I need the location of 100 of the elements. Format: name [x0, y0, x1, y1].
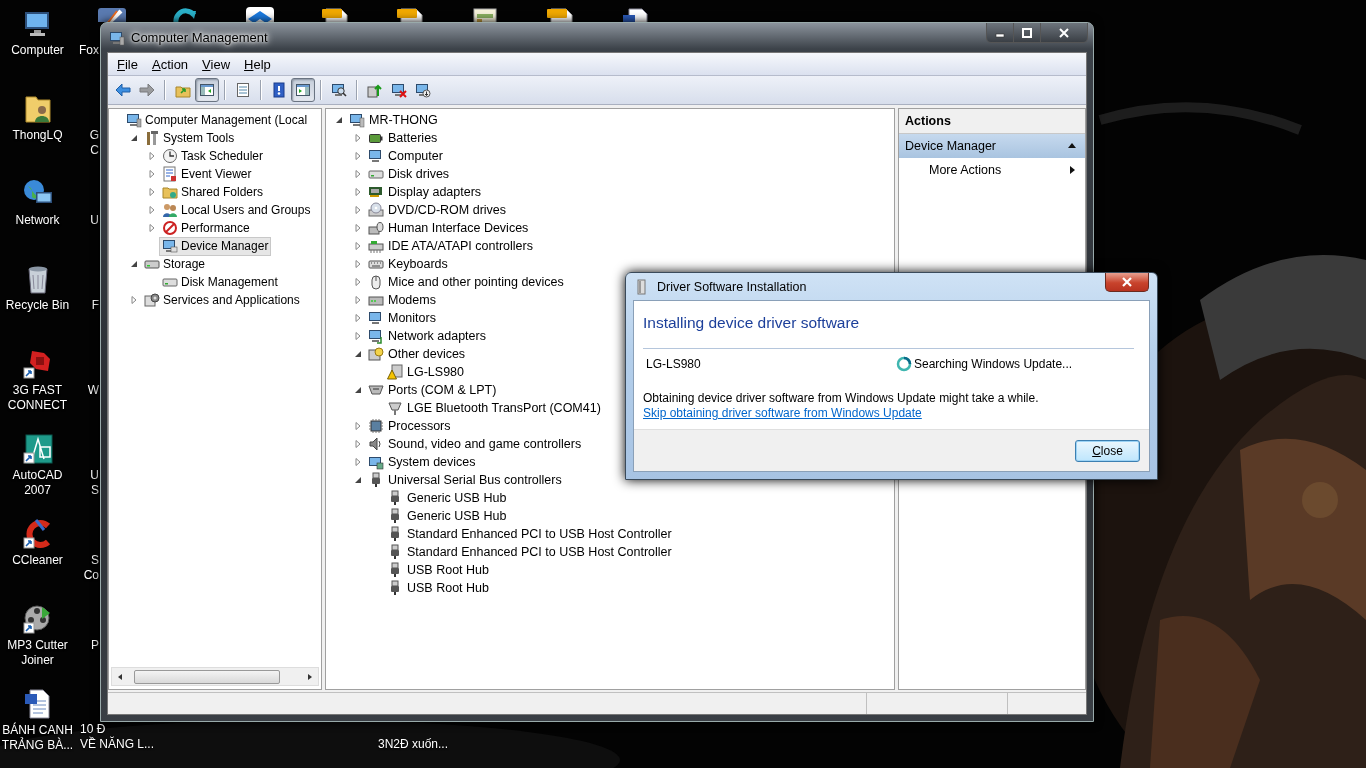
tree-item[interactable]: System devices [365, 452, 479, 472]
tree-item[interactable]: Computer [365, 146, 446, 166]
tree-item[interactable]: Disk drives [365, 164, 453, 184]
tree-item[interactable]: Network adapters [365, 326, 489, 346]
close-button[interactable] [1041, 23, 1087, 42]
expand-arrow-icon[interactable] [353, 223, 363, 233]
tree-item[interactable]: LG-LS980 [384, 362, 467, 382]
desktop-icon-label[interactable]: ThongLQ [0, 128, 75, 143]
tree-item[interactable]: Device Manager [159, 236, 272, 256]
tree-item[interactable]: System Tools [141, 128, 238, 148]
tree-item[interactable]: USB Root Hub [384, 560, 492, 580]
scroll-right-icon[interactable] [306, 672, 314, 681]
expand-arrow-icon[interactable] [353, 169, 363, 179]
tree-item[interactable]: Modems [365, 290, 439, 310]
tree-item[interactable]: IDE ATA/ATAPI controllers [365, 236, 536, 256]
expand-arrow-icon[interactable] [353, 457, 363, 467]
tree-item[interactable]: Processors [365, 416, 454, 436]
expand-arrow-icon[interactable] [147, 169, 157, 179]
expand-arrow-icon[interactable] [353, 421, 363, 431]
tree-item[interactable]: Other devices [365, 344, 469, 364]
expand-arrow-icon[interactable] [353, 313, 363, 323]
collapse-arrow-icon[interactable] [334, 115, 344, 125]
tree-item[interactable]: Generic USB Hub [384, 488, 510, 508]
maximize-button[interactable] [1014, 23, 1041, 42]
tree-item[interactable]: Sound, video and game controllers [365, 434, 585, 454]
desktop-icon-label[interactable]: 3N2Đ xuốn... [378, 737, 449, 752]
action-pane-button[interactable] [291, 78, 315, 102]
action-section[interactable]: Device Manager [899, 134, 1085, 158]
tree-item[interactable]: Computer Management (Local [123, 110, 311, 130]
tree-item[interactable]: Standard Enhanced PCI to USB Host Controller [384, 542, 675, 562]
expand-arrow-icon[interactable] [353, 133, 363, 143]
menu-item[interactable]: Help [237, 54, 278, 74]
close-dialog-button[interactable]: Close [1075, 439, 1140, 462]
tree-item[interactable]: Disk Management [159, 272, 281, 292]
close-button[interactable] [1105, 273, 1149, 292]
tree-item[interactable]: Universal Serial Bus controllers [365, 470, 565, 490]
tree-item[interactable]: Mice and other pointing devices [365, 272, 567, 292]
file-icon[interactable] [395, 5, 425, 22]
menu-item[interactable]: View [195, 54, 238, 74]
expand-arrow-icon[interactable] [353, 241, 363, 251]
collapse-arrow-icon[interactable] [129, 259, 139, 269]
collapse-arrow-icon[interactable] [353, 349, 363, 359]
expand-arrow-icon[interactable] [353, 187, 363, 197]
expand-arrow-icon[interactable] [353, 205, 363, 215]
desktop-icon-label[interactable]: Fox [79, 43, 99, 58]
expand-arrow-icon[interactable] [147, 151, 157, 161]
desktop-icon-label[interactable]: MP3 Cutter Joiner [0, 638, 75, 668]
desktop-icon-label[interactable]: W [87, 383, 99, 398]
file-icon[interactable] [320, 5, 350, 22]
tree-item[interactable]: Event Viewer [159, 164, 255, 184]
desktop-icon-label[interactable]: BÁNH CANH TRẢNG BÀ... [0, 723, 75, 753]
desktop-icon-label[interactable]: 10 Đ [80, 722, 106, 737]
tree-item[interactable]: Batteries [365, 128, 441, 148]
expand-arrow-icon[interactable] [147, 205, 157, 215]
expand-arrow-icon[interactable] [353, 277, 363, 287]
tree-item[interactable]: Standard Enhanced PCI to USB Host Controller [384, 524, 675, 544]
collapse-arrow-icon[interactable] [353, 475, 363, 485]
tree-item[interactable]: Ports (COM & LPT) [365, 380, 500, 400]
tree-item[interactable]: Storage [141, 254, 209, 274]
expand-arrow-icon[interactable] [353, 439, 363, 449]
desktop-icon-label[interactable]: CCleaner [0, 553, 75, 568]
expand-arrow-icon[interactable] [129, 295, 139, 305]
desktop-icon-label[interactable]: S [91, 553, 99, 568]
desktop-icon-label[interactable]: VỀ NĂNG L... [80, 737, 155, 752]
menu-item[interactable]: File [110, 54, 145, 74]
desktop-icon-label[interactable]: F [91, 298, 99, 313]
app-shortcut-icon[interactable] [21, 433, 54, 465]
desktop-icon-label[interactable]: G [89, 128, 99, 143]
desktop-icon-label[interactable]: Network [0, 213, 75, 228]
collapse-arrow-icon[interactable] [129, 133, 139, 143]
tree-item[interactable]: DVD/CD-ROM drives [365, 200, 510, 220]
expand-arrow-icon[interactable] [353, 151, 363, 161]
expand-arrow-icon[interactable] [147, 187, 157, 197]
tree-item[interactable]: Local Users and Groups [159, 200, 314, 220]
tree-item[interactable]: Shared Folders [159, 182, 267, 202]
expand-arrow-icon[interactable] [353, 295, 363, 305]
tree-item[interactable]: Display adapters [365, 182, 485, 202]
tree-item[interactable]: Task Scheduler [159, 146, 267, 166]
scrollbar-thumb[interactable] [134, 669, 280, 684]
tree-item[interactable]: Performance [159, 218, 253, 238]
desktop-icon-label[interactable]: C [90, 143, 99, 158]
console-tree-button[interactable] [195, 78, 219, 102]
tree-item[interactable]: Monitors [365, 308, 439, 328]
desktop-icon-label[interactable]: S [91, 483, 99, 498]
image-file-icon[interactable] [470, 5, 500, 22]
tree-item[interactable]: Generic USB Hub [384, 506, 510, 526]
desktop-icon-label[interactable]: AutoCAD 2007 [0, 468, 75, 498]
tree-item[interactable]: MR-THONG [346, 110, 441, 130]
desktop-icon-label[interactable]: P [91, 638, 99, 653]
expand-arrow-icon[interactable] [353, 259, 363, 269]
expand-arrow-icon[interactable] [353, 331, 363, 341]
tree-item[interactable]: Human Interface Devices [365, 218, 532, 238]
file-icon[interactable] [545, 5, 575, 22]
collapse-arrow-icon[interactable] [353, 385, 363, 395]
tree-item[interactable]: LGE Bluetooth TransPort (COM41) [384, 398, 604, 418]
scroll-left-icon[interactable] [116, 672, 124, 681]
tree-item[interactable]: Services and Applications [141, 290, 303, 310]
menu-item[interactable]: Action [144, 54, 196, 74]
tree-item[interactable]: USB Root Hub [384, 578, 492, 598]
minimize-button[interactable] [987, 23, 1014, 42]
